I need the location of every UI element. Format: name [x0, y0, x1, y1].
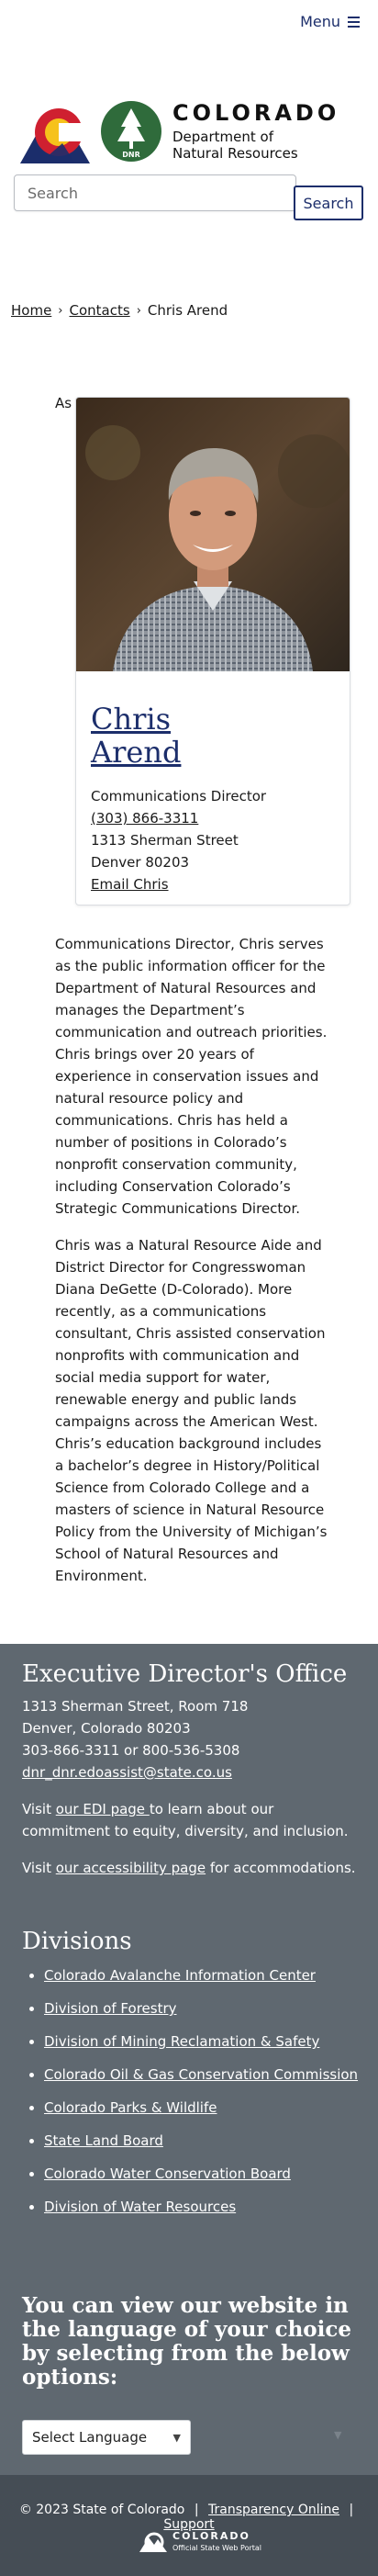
division-link[interactable]: Colorado Avalanche Information Center	[44, 1967, 316, 1984]
breadcrumb: Home › Contacts › Chris Arend	[11, 302, 228, 319]
language-select[interactable]: Select Language ▼	[22, 2420, 191, 2455]
breadcrumb-separator: ›	[58, 303, 63, 318]
division-item: State Land Board	[44, 2130, 361, 2152]
chevron-down-icon: ▼	[334, 2429, 342, 2441]
person-last-name: Arend	[91, 735, 182, 770]
division-link[interactable]: Colorado Oil & Gas Conservation Commissi…	[44, 2066, 358, 2083]
breadcrumb-home-link[interactable]: Home	[11, 302, 51, 319]
logo-wordmark: COLORADO Department of Natural Resources	[172, 101, 339, 162]
exec-phone-numbers: 303-866-3311 or 800-536-5308	[22, 1742, 240, 1759]
portal-title: COLORADO	[172, 2530, 250, 2542]
access-prefix: Visit	[22, 1860, 56, 1876]
phone-link[interactable]: (303) 866-3311	[91, 810, 198, 827]
divisions-section: Divisions Colorado Avalanche Information…	[22, 1928, 361, 2229]
colorado-c-logo-icon	[20, 108, 90, 163]
state-portal-logo[interactable]: COLORADO Official State Web Portal	[138, 2530, 261, 2554]
colorado-c-logo-icon	[139, 2532, 167, 2552]
edi-prefix: Visit	[22, 1801, 56, 1817]
exec-office-heading: Executive Director's Office	[22, 1660, 348, 1688]
profile-photo	[76, 398, 350, 671]
division-link[interactable]: Colorado Parks & Wildlife	[44, 2099, 217, 2116]
logo-dept-line1: Department of	[172, 129, 273, 145]
biography: Communications Director, Chris serves as…	[55, 933, 330, 1602]
division-link[interactable]: State Land Board	[44, 2132, 163, 2149]
profile-card: Chris Arend Communications Director (303…	[75, 397, 350, 906]
dnr-seal-icon: DNR	[101, 101, 161, 162]
portal-subtitle: Official State Web Portal	[172, 2544, 262, 2552]
bio-paragraph: Communications Director, Chris serves as…	[55, 936, 328, 1217]
site-logo[interactable]: DNR COLORADO Department of Natural Resou…	[18, 97, 339, 165]
pipe-divider: |	[194, 2503, 199, 2517]
exec-email-link[interactable]: dnr_dnr.edoassist@state.co.us	[22, 1764, 232, 1781]
divisions-heading: Divisions	[22, 1928, 132, 1955]
person-title: Communications Director	[91, 788, 267, 804]
division-link[interactable]: Division of Mining Reclamation & Safety	[44, 2033, 319, 2050]
division-link[interactable]: Colorado Water Conservation Board	[44, 2165, 291, 2182]
division-item: Colorado Parks & Wildlife	[44, 2097, 361, 2119]
exec-address-line2: Denver, Colorado 80203	[22, 1720, 191, 1737]
division-item: Colorado Water Conservation Board	[44, 2163, 361, 2185]
menu-label: Menu	[300, 13, 340, 30]
breadcrumb-current: Chris Arend	[147, 302, 228, 319]
breadcrumb-contacts-link[interactable]: Contacts	[70, 302, 130, 319]
access-suffix: for accommodations.	[206, 1860, 356, 1876]
search-button[interactable]: Search	[294, 186, 363, 220]
edi-page-link[interactable]: our EDI page	[56, 1801, 150, 1817]
accessibility-page-link[interactable]: our accessibility page	[56, 1860, 206, 1876]
copyright-text: © 2023 State of Colorado	[18, 2503, 185, 2517]
person-name-link[interactable]: Chris Arend	[91, 703, 201, 769]
city-address: Denver 80203	[91, 854, 190, 871]
language-select-value: Select Language	[32, 2429, 148, 2446]
edi-paragraph: Visit our EDI page to learn about our co…	[22, 1798, 361, 1842]
pipe-divider: |	[349, 2503, 354, 2517]
language-section: You can view our website in the language…	[22, 2293, 361, 2455]
menu-button[interactable]: Menu	[300, 13, 360, 30]
top-bar: Menu	[0, 0, 378, 55]
profile-details: Chris Arend Communications Director (303…	[76, 671, 350, 895]
hamburger-icon	[348, 14, 360, 30]
divisions-list: Colorado Avalanche Information Center Di…	[22, 1964, 361, 2218]
portal-wordmark: COLORADO Official State Web Portal	[172, 2530, 261, 2554]
division-item: Division of Mining Reclamation & Safety	[44, 2030, 361, 2053]
street-address: 1313 Sherman Street	[91, 832, 239, 849]
bottom-bar: © 2023 State of Colorado | Transparency …	[0, 2475, 378, 2576]
legal-links: © 2023 State of Colorado | Transparency …	[0, 2503, 378, 2532]
transparency-link[interactable]: Transparency Online	[208, 2503, 339, 2517]
exec-address-line1: 1313 Sherman Street, Room 718	[22, 1698, 249, 1715]
division-link[interactable]: Division of Water Resources	[44, 2199, 236, 2215]
email-link[interactable]: Email Chris	[91, 876, 169, 893]
chevron-down-icon: ▼	[172, 2431, 181, 2444]
search-form: Search	[14, 174, 364, 220]
division-item: Colorado Oil & Gas Conservation Commissi…	[44, 2064, 361, 2086]
accessibility-paragraph: Visit our accessibility page for accommo…	[22, 1857, 361, 1879]
executive-office-section: Executive Director's Office 1313 Sherman…	[22, 1660, 361, 1879]
dnr-badge-text: DNR	[122, 151, 140, 159]
site-footer: Executive Director's Office 1313 Sherman…	[0, 1644, 378, 2475]
logo-state-name: COLORADO	[172, 100, 340, 126]
person-first-name: Chris	[91, 702, 172, 737]
division-link[interactable]: Division of Forestry	[44, 2000, 177, 2017]
division-item: Division of Forestry	[44, 1997, 361, 2019]
division-item: Division of Water Resources	[44, 2196, 361, 2218]
search-input[interactable]	[14, 174, 296, 211]
as-label: As	[55, 395, 72, 411]
breadcrumb-separator: ›	[136, 303, 141, 318]
logo-dept-line2: Natural Resources	[172, 145, 298, 162]
division-item: Colorado Avalanche Information Center	[44, 1964, 361, 1986]
bio-paragraph: Chris was a Natural Resource Aide and Di…	[55, 1237, 328, 1584]
language-heading: You can view our website in the language…	[22, 2293, 352, 2390]
